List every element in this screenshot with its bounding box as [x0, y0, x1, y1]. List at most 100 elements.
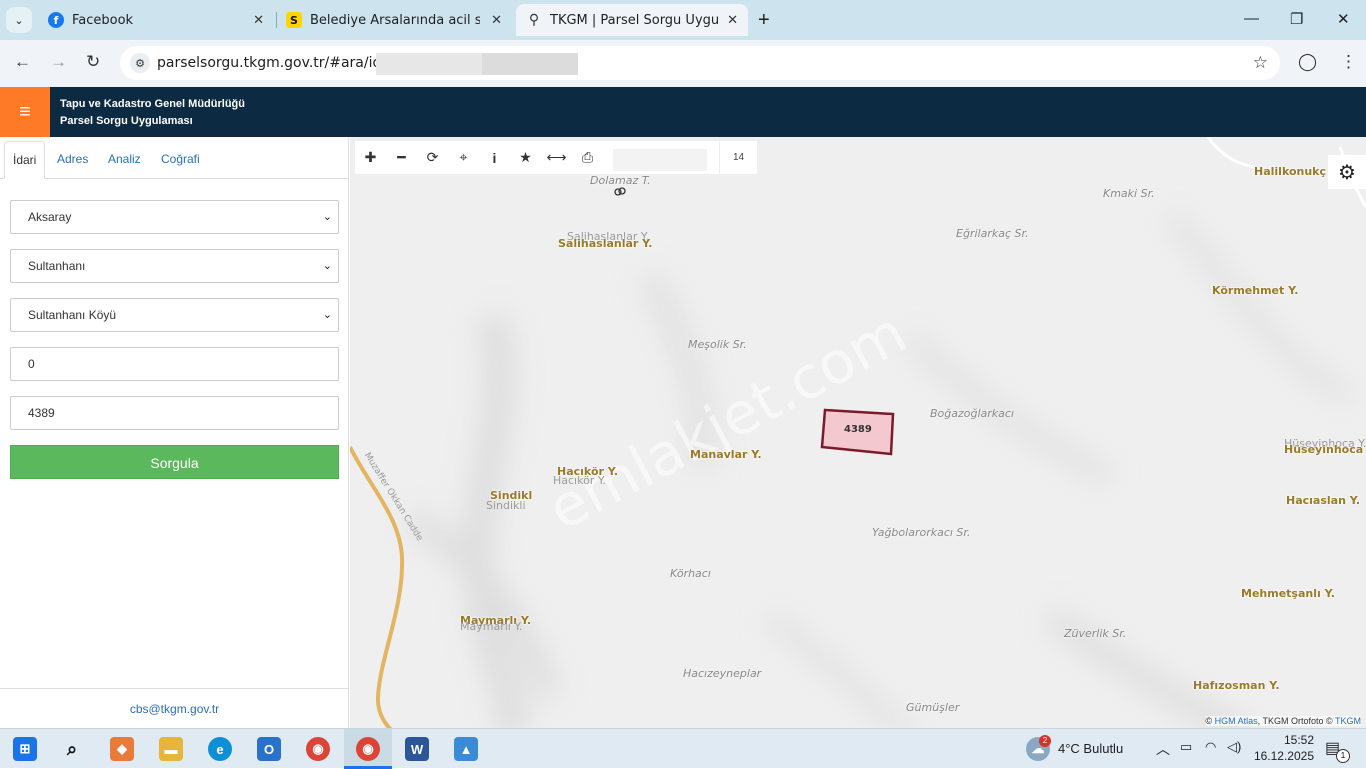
sorgula-button[interactable]: Sorgula: [10, 445, 339, 479]
site-settings-icon[interactable]: ⚙: [130, 53, 150, 73]
print-icon[interactable]: ⎙: [572, 141, 603, 174]
windows-taskbar: ⊞ ⌕ ◆ ▬ e O ◉ ◉ W ▲ ☁ 2 4°C Bulutlu ︿ ▭ …: [0, 728, 1366, 769]
file-explorer-icon[interactable]: ▬: [159, 737, 183, 761]
close-tab-icon[interactable]: ✕: [253, 13, 264, 28]
close-tab-icon[interactable]: ✕: [727, 13, 738, 28]
map-toolbar: ✚ ━ ⟳ ⌖ i ★ ⟷ ⎙ 14: [355, 141, 757, 174]
map-label: Gümüşler: [906, 701, 960, 714]
back-arrow-icon[interactable]: ←: [14, 52, 31, 72]
tab-idari[interactable]: İdari: [4, 141, 46, 179]
s-logo-icon: S: [286, 12, 302, 28]
map-label: Hacıkör Y.: [553, 474, 606, 487]
map-label: Körmehmet Y.: [1212, 284, 1299, 297]
map-label: Salihaslanlar Y.: [558, 237, 653, 250]
minimize-icon[interactable]: —: [1244, 10, 1259, 27]
new-tab-plus-icon[interactable]: +: [758, 9, 770, 32]
measure-icon[interactable]: ⟷: [541, 141, 572, 174]
search-icon[interactable]: ⌕: [60, 737, 84, 761]
close-tab-icon[interactable]: ✕: [491, 13, 502, 28]
photos-icon[interactable]: ▲: [454, 737, 478, 761]
weather-text[interactable]: 4°C Bulutlu: [1058, 741, 1123, 756]
weather-badge: 2: [1039, 735, 1051, 747]
tab-title: Facebook: [72, 12, 134, 28]
map-label: Halilkonukç: [1254, 165, 1327, 178]
forward-arrow-icon[interactable]: →: [50, 52, 67, 72]
facebook-icon: f: [48, 12, 64, 28]
mahalle-value: Sultanhanı Köyü: [28, 308, 117, 322]
tab-analiz[interactable]: Analiz: [100, 141, 149, 179]
map-label: Maymarlı Y.: [460, 620, 523, 633]
zoom-out-icon[interactable]: ━: [386, 141, 417, 174]
parsel-value: 4389: [28, 406, 55, 420]
hamburger-menu-icon[interactable]: ≡: [0, 87, 50, 137]
tab-search-chevron-icon[interactable]: ⌄: [6, 7, 32, 33]
wifi-icon[interactable]: ◠: [1205, 739, 1216, 755]
tkgm-link[interactable]: TKGM: [1335, 716, 1361, 726]
browser-toolbar: ← → ↻ ⚙ parselsorgu.tkgm.gov.tr/#ara/ida…: [0, 40, 1366, 87]
outlook-icon[interactable]: O: [257, 737, 281, 761]
tab-adres[interactable]: Adres: [49, 141, 96, 179]
tab-title: Belediye Arsalarında acil satılık: [310, 12, 480, 28]
map-label: Hacıaslan Y.: [1286, 494, 1361, 507]
url-text[interactable]: parselsorgu.tkgm.gov.tr/#ara/idari/: [157, 55, 404, 71]
map-label: Hacızeyneplar: [683, 667, 762, 680]
map-label: Meşolik Sr.: [688, 338, 747, 351]
tab-belediye[interactable]: S Belediye Arsalarında acil satılık ✕: [276, 4, 512, 36]
map-label: Dolamaz T.: [590, 174, 651, 187]
mahalle-select[interactable]: Sultanhanı Köyü ⌄: [10, 298, 339, 332]
time: 15:52: [1283, 733, 1314, 747]
tray-chevron-icon[interactable]: ︿: [1156, 739, 1170, 759]
chevron-down-icon: ⌄: [322, 309, 332, 321]
windows-start-icon[interactable]: ⊞: [13, 737, 37, 761]
profile-icon[interactable]: ◯: [1298, 52, 1317, 72]
tab-cografi[interactable]: Coğrafi: [153, 141, 208, 179]
map-label: Manavlar Y.: [690, 448, 762, 461]
tab-facebook[interactable]: f Facebook ✕: [38, 4, 274, 36]
chevron-down-icon: ⌄: [322, 211, 332, 223]
edge-icon[interactable]: e: [208, 737, 232, 761]
map-view[interactable]: emlakjet.com 4389 Dolamaz T. Salihaslanl…: [350, 137, 1366, 728]
word-icon[interactable]: W: [405, 737, 429, 761]
close-window-icon[interactable]: ✕: [1337, 10, 1350, 28]
app-header: ≡ Tapu ve Kadastro Genel Müdürlüğü Parse…: [0, 87, 1366, 137]
more-menu-icon[interactable]: ⋮: [1340, 52, 1357, 72]
map-label: Hüseyinhoca Y.: [1284, 443, 1366, 456]
chrome-active-icon[interactable]: ◉: [356, 737, 380, 761]
volume-icon[interactable]: ◁): [1227, 739, 1241, 755]
reload-icon[interactable]: ↻: [86, 52, 100, 72]
ada-input[interactable]: 0: [10, 347, 339, 381]
address-bar[interactable]: ⚙ parselsorgu.tkgm.gov.tr/#ara/idari/ ☆: [120, 46, 1280, 80]
tab-tkgm[interactable]: ⚲ TKGM | Parsel Sorgu Uygulaması ✕: [516, 4, 748, 36]
footer-email-link[interactable]: cbs@tkgm.gov.tr: [0, 688, 349, 728]
map-label: Kmaki Sr.: [1103, 187, 1155, 200]
copilot-icon[interactable]: ◆: [110, 737, 134, 761]
sidebar-tabs: İdari Adres Analiz Coğrafi: [0, 137, 349, 179]
map-label: Boğazoğlarkacı: [930, 407, 1015, 420]
chrome-icon[interactable]: ◉: [306, 737, 330, 761]
parsel-input[interactable]: 4389: [10, 396, 339, 430]
map-label: Yağbolarorkacı Sr.: [872, 526, 971, 539]
bookmark-star-icon[interactable]: ☆: [1253, 53, 1268, 73]
attribution-text: ©: [1205, 716, 1213, 726]
map-label: Sindikli: [486, 499, 526, 512]
date: 16.12.2025: [1253, 749, 1314, 763]
ilce-select[interactable]: Sultanhanı ⌄: [10, 249, 339, 283]
zoom-in-icon[interactable]: ✚: [355, 141, 386, 174]
app-name: Parsel Sorgu Uygulaması: [60, 115, 193, 127]
refresh-icon[interactable]: ⟳: [417, 141, 448, 174]
map-label: Züverlik Sr.: [1064, 627, 1127, 640]
hgm-atlas-link[interactable]: HGM Atlas: [1215, 716, 1258, 726]
scale-box: [613, 149, 707, 171]
location-pin-icon: ⚲: [528, 12, 540, 28]
il-select[interactable]: Aksaray ⌄: [10, 200, 339, 234]
locate-crosshair-icon[interactable]: ⌖: [448, 141, 479, 174]
settings-gear-icon[interactable]: ⚙: [1328, 155, 1366, 189]
info-icon[interactable]: i: [479, 141, 510, 174]
ada-value: 0: [28, 357, 35, 371]
battery-icon[interactable]: ▭: [1180, 739, 1192, 755]
il-value: Aksaray: [28, 210, 72, 224]
clock[interactable]: 15:52 16.12.2025: [1254, 732, 1314, 764]
restore-icon[interactable]: ❐: [1290, 10, 1303, 28]
map-label: Körhacı: [670, 567, 711, 580]
favorite-star-icon[interactable]: ★: [510, 141, 541, 174]
